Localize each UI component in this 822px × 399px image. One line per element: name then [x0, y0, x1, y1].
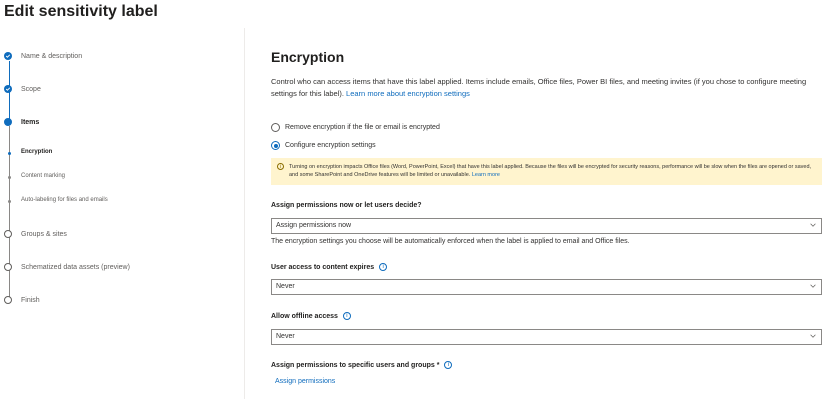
- dropdown-value: Never: [276, 283, 295, 290]
- radio-label: Remove encryption if the file or email i…: [285, 124, 440, 131]
- chevron-down-icon: [810, 223, 816, 227]
- substep-encryption[interactable]: Encryption: [21, 149, 52, 155]
- step-label: Schematized data assets (preview): [21, 263, 130, 271]
- radio-remove-encryption[interactable]: Remove encryption if the file or email i…: [271, 123, 440, 132]
- current-step-icon: [4, 118, 12, 126]
- dropdown-value: Assign permissions now: [276, 222, 352, 229]
- info-icon[interactable]: i: [342, 312, 351, 320]
- radio-off-icon: [271, 123, 280, 132]
- step-schematized[interactable]: Schematized data assets (preview): [4, 263, 130, 271]
- info-icon: i: [277, 163, 284, 170]
- step-label: Finish: [21, 296, 40, 304]
- step-label: Items: [21, 118, 40, 126]
- learn-more-link[interactable]: Learn more about encryption settings: [346, 89, 470, 98]
- substep-auto-labeling[interactable]: Auto-labeling for files and emails: [21, 197, 108, 203]
- wizard-steps: Name & description Scope Items Encryptio…: [0, 28, 245, 399]
- assign-permissions-label: Assign permissions now or let users deci…: [271, 202, 422, 209]
- specific-users-label: Assign permissions to specific users and…: [271, 361, 440, 369]
- substep-dot: [8, 176, 11, 179]
- expires-label-row: User access to content expires i: [271, 263, 388, 271]
- step-name-description[interactable]: Name & description: [4, 52, 82, 60]
- page-title: Edit sensitivity label: [4, 3, 158, 20]
- step-finish[interactable]: Finish: [4, 296, 40, 304]
- section-description: Control who can access items that have t…: [271, 76, 816, 100]
- offline-dropdown[interactable]: Never: [271, 329, 822, 345]
- checkmark-icon: [4, 85, 12, 93]
- info-icon[interactable]: i: [379, 263, 388, 271]
- radio-on-icon: [271, 141, 280, 150]
- substep-dot: [8, 152, 11, 155]
- offline-label: Allow offline access: [271, 312, 338, 320]
- warning-banner: i Turning on encryption impacts Office f…: [271, 158, 822, 185]
- expires-label: User access to content expires: [271, 263, 375, 271]
- expires-dropdown[interactable]: Never: [271, 279, 822, 295]
- step-groups-sites[interactable]: Groups & sites: [4, 230, 67, 238]
- chevron-down-icon: [810, 334, 816, 338]
- radio-configure-encryption[interactable]: Configure encryption settings: [271, 141, 376, 150]
- step-label: Groups & sites: [21, 230, 67, 238]
- warning-learn-more-link[interactable]: Learn more: [472, 172, 500, 178]
- specific-users-label-row: Assign permissions to specific users and…: [271, 361, 453, 369]
- step-items[interactable]: Items: [4, 118, 39, 126]
- assign-hint: The encryption settings you choose will …: [271, 238, 630, 245]
- step-circle-icon: [4, 230, 12, 238]
- assign-permissions-link[interactable]: Assign permissions: [275, 378, 335, 385]
- info-icon[interactable]: i: [444, 361, 453, 369]
- chevron-down-icon: [810, 284, 816, 288]
- substep-content-marking[interactable]: Content marking: [21, 173, 65, 179]
- substep-dot: [8, 200, 11, 203]
- warning-text: Turning on encryption impacts Office fil…: [289, 164, 812, 178]
- step-scope[interactable]: Scope: [4, 85, 41, 93]
- section-heading: Encryption: [271, 49, 345, 65]
- offline-label-row: Allow offline access i: [271, 312, 351, 320]
- step-label: Name & description: [21, 52, 83, 60]
- warning-text-wrap: Turning on encryption impacts Office fil…: [289, 163, 816, 185]
- assign-permissions-dropdown[interactable]: Assign permissions now: [271, 218, 822, 234]
- dropdown-value: Never: [276, 333, 295, 340]
- checkmark-icon: [4, 52, 12, 60]
- radio-label: Configure encryption settings: [285, 142, 376, 149]
- step-circle-icon: [4, 296, 12, 304]
- step-circle-icon: [4, 263, 12, 271]
- step-label: Scope: [21, 85, 41, 93]
